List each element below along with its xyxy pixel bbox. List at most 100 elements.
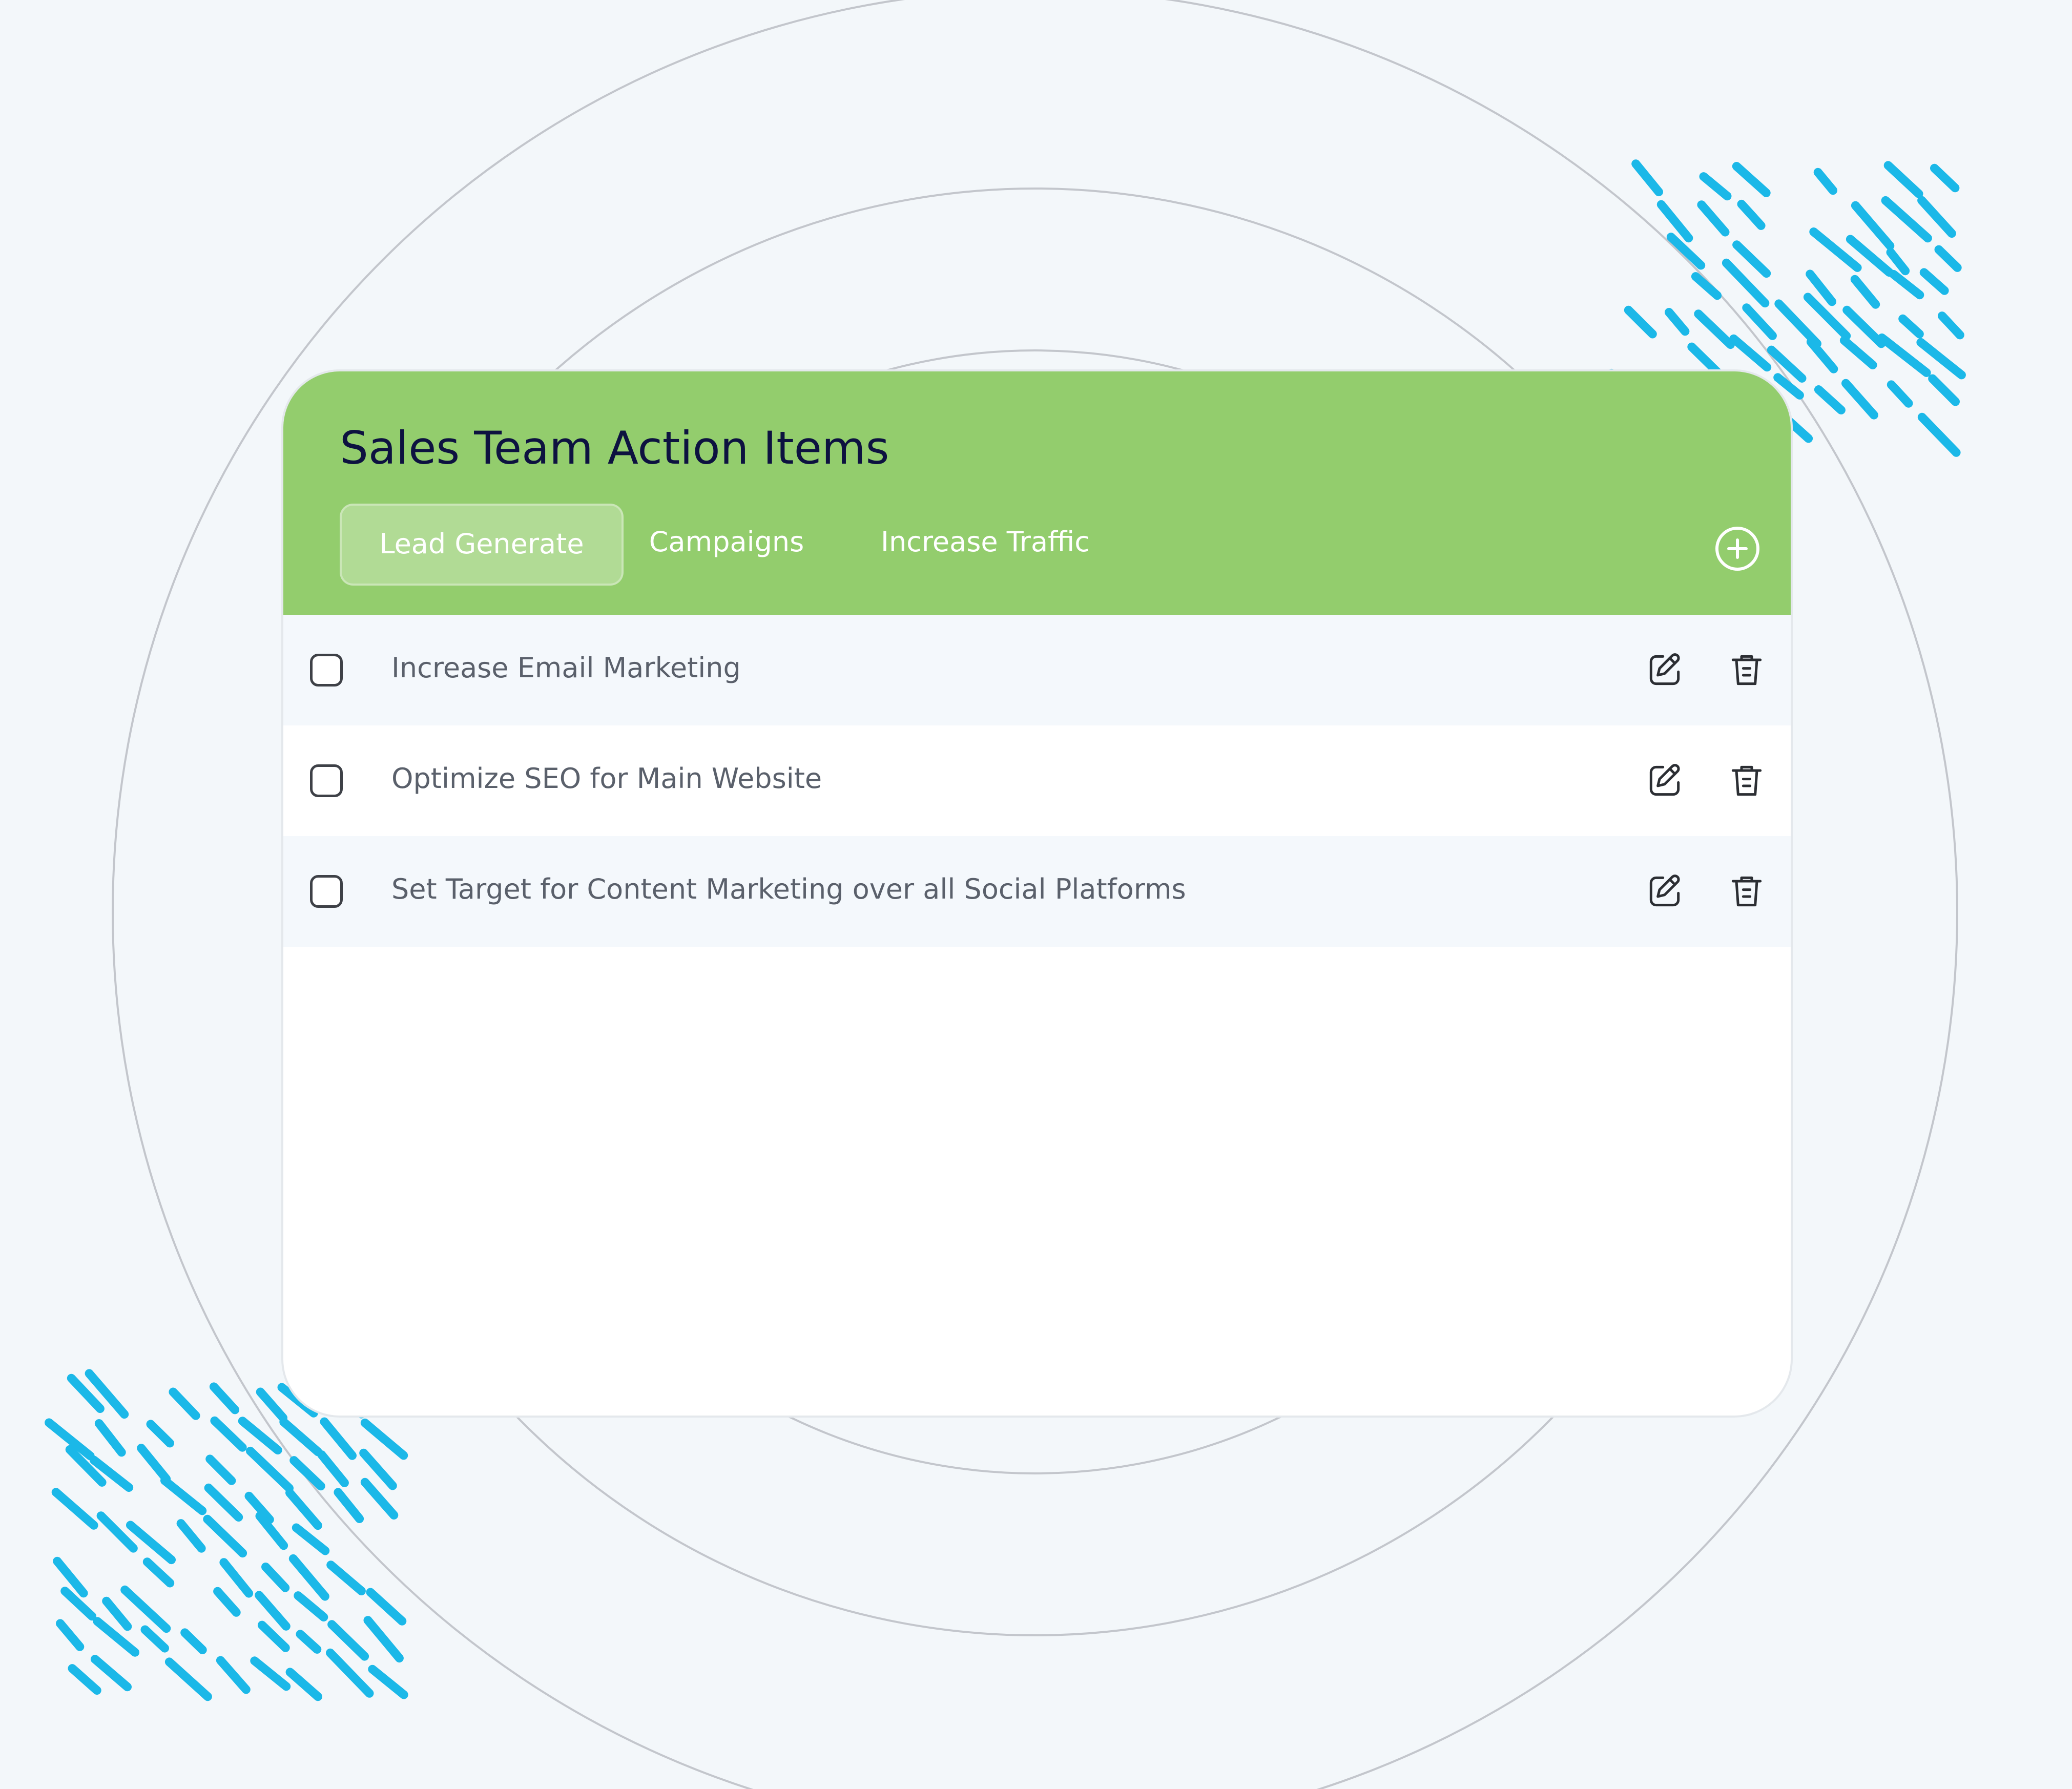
decor-dash	[60, 1587, 97, 1621]
decor-dash	[1928, 374, 1960, 406]
decor-dash	[68, 1664, 101, 1695]
decor-dash	[1737, 199, 1766, 230]
task-label: Optimize SEO for Main Website	[391, 762, 822, 795]
decor-dash	[317, 1450, 349, 1487]
edit-icon[interactable]	[1644, 760, 1685, 801]
decor-dash	[261, 1563, 290, 1592]
decor-dash	[1732, 162, 1771, 197]
decor-dash	[238, 1417, 282, 1454]
task-checkbox[interactable]	[310, 875, 343, 908]
decor-dash	[140, 1625, 169, 1653]
decor-dash	[1842, 305, 1886, 348]
decor-dash	[1898, 314, 1924, 339]
decor-dash	[1930, 163, 1960, 193]
task-checkbox[interactable]	[310, 764, 343, 797]
tab-increase-traffic[interactable]: Increase Traffic	[857, 504, 1113, 586]
task-row: Optimize SEO for Main Website	[283, 725, 1791, 836]
decor-dash	[1656, 200, 1693, 243]
decor-dash	[1917, 412, 1961, 457]
decor-dash	[288, 1554, 329, 1601]
decor-dash	[285, 1488, 322, 1530]
decor-dash	[1886, 248, 1910, 276]
decor-dash	[204, 1483, 243, 1522]
trash-icon[interactable]	[1726, 650, 1767, 691]
edit-icon[interactable]	[1644, 871, 1685, 912]
decor-dash	[257, 1620, 290, 1652]
task-checkbox[interactable]	[310, 654, 343, 687]
decor-dash	[1919, 268, 1949, 295]
decor-dash	[219, 1558, 254, 1598]
decor-dash	[250, 1656, 291, 1691]
decor-dash	[289, 1456, 325, 1491]
decor-dash	[209, 1382, 240, 1414]
tab-lead-generate[interactable]: Lead Generate	[340, 504, 624, 586]
decor-dash	[137, 1444, 171, 1484]
decor-dash	[1694, 309, 1735, 349]
decor-dash	[1917, 196, 1956, 238]
trash-icon[interactable]	[1726, 871, 1767, 912]
decor-dash	[203, 1514, 247, 1558]
decor-dash	[1934, 245, 1962, 272]
task-row: Set Target for Content Marketing over al…	[283, 836, 1791, 947]
decor-dash	[1624, 305, 1657, 339]
decor-dashes-bottom-left	[45, 1369, 408, 1701]
decor-dash	[334, 1488, 364, 1523]
decor-dash	[1937, 311, 1964, 340]
decor-dash	[1803, 293, 1851, 341]
decor-dash	[326, 1561, 366, 1595]
decor-dash	[1665, 308, 1690, 336]
action-items-card: Sales Team Action Items Lead Generate Ca…	[283, 371, 1791, 1416]
decor-dash	[90, 1655, 132, 1692]
decor-dash	[1889, 269, 1924, 300]
decor-dash	[176, 1519, 206, 1553]
decor-dash	[296, 1630, 322, 1654]
plus-circle-icon[interactable]	[1715, 527, 1759, 571]
decor-dash	[180, 1628, 207, 1654]
task-label: Increase Email Marketing	[391, 652, 741, 684]
decor-dash	[96, 1511, 138, 1553]
decor-dash	[320, 1417, 357, 1460]
decor-dash	[292, 1523, 330, 1555]
card-title: Sales Team Action Items	[340, 422, 889, 474]
decor-dash	[1699, 172, 1732, 201]
decor-dash	[1887, 380, 1913, 408]
decor-dash	[1631, 159, 1663, 197]
decor-dash	[102, 1596, 132, 1631]
decor-dash	[327, 1620, 369, 1661]
decor-dash	[1813, 168, 1837, 195]
tab-campaigns[interactable]: Campaigns	[632, 504, 821, 586]
decor-dash	[94, 1419, 126, 1457]
decor-dash	[126, 1521, 176, 1565]
decor-dash	[1851, 201, 1895, 251]
decor-dash	[366, 1588, 407, 1626]
edit-icon[interactable]	[1644, 650, 1685, 691]
decor-dash	[246, 1446, 294, 1493]
decor-dash	[1806, 337, 1838, 373]
decor-dash	[285, 1668, 322, 1701]
decor-dash	[213, 1587, 241, 1617]
decor-dash	[160, 1476, 207, 1515]
decor-dash	[1814, 385, 1846, 414]
decor-dash	[1697, 200, 1730, 237]
decor-dash	[368, 1665, 408, 1699]
card-header: Sales Team Action Items Lead Generate Ca…	[283, 371, 1791, 615]
task-label: Set Target for Content Marketing over al…	[391, 873, 1186, 905]
decor-dash	[279, 1418, 322, 1457]
decor-dash	[205, 1454, 236, 1485]
decor-dash	[256, 1387, 287, 1422]
decor-dash	[1732, 240, 1771, 278]
tab-bar: Lead Generate Campaigns Increase Traffic	[340, 504, 1621, 586]
decor-dash	[210, 1416, 247, 1452]
decor-dash	[120, 1585, 171, 1633]
task-list: Increase Email Marketing Optimize SEO fo…	[283, 615, 1791, 947]
decor-dash	[146, 1420, 174, 1448]
decor-dash	[53, 1556, 88, 1598]
decor-dash	[294, 1591, 328, 1621]
decor-dash	[164, 1657, 212, 1701]
decor-dash	[1850, 275, 1880, 309]
decor-dash	[1839, 336, 1877, 369]
trash-icon[interactable]	[1726, 760, 1767, 801]
decor-dash	[1883, 161, 1923, 198]
decor-dash	[1841, 379, 1878, 420]
decor-dash	[363, 1616, 404, 1663]
